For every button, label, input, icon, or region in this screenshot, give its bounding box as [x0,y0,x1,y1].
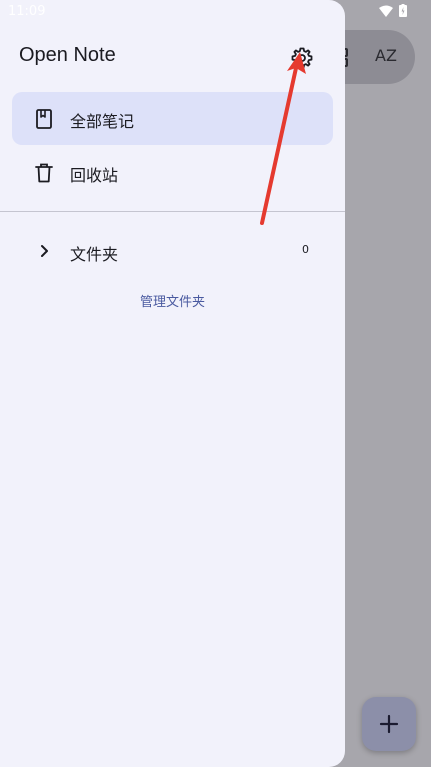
settings-button[interactable] [290,46,314,70]
sort-az-icon[interactable]: AZ [375,46,397,65]
status-icons [379,4,407,17]
folders-count: 0 [302,243,309,256]
folders-expander[interactable]: 文件夹 0 [12,224,333,277]
trash-icon [32,161,56,185]
folders-label: 文件夹 [70,245,119,264]
battery-icon [399,4,407,17]
nav-item-label: 回收站 [70,166,119,185]
nav-item-label: 全部笔记 [70,112,135,131]
nav-item-all-notes[interactable]: 全部笔记 [12,92,333,145]
gear-icon [291,47,313,69]
plus-icon [379,714,399,734]
nav-item-trash[interactable]: 回收站 [12,146,333,199]
chevron-right-icon [32,239,56,267]
manage-folders-link[interactable]: 管理文件夹 [0,291,345,310]
add-note-button[interactable] [362,697,416,751]
wifi-icon [379,5,393,17]
navigation-drawer: Open Note 全部笔记 回收站 文件夹 0 管理文件夹 [0,0,345,767]
app-title: Open Note [19,44,116,66]
screen: AZ 11:09 Open Note 全部笔记 回收站 文件夹 0 管理文件夹 [0,0,431,767]
notebook-icon [32,107,56,131]
divider [0,211,345,212]
